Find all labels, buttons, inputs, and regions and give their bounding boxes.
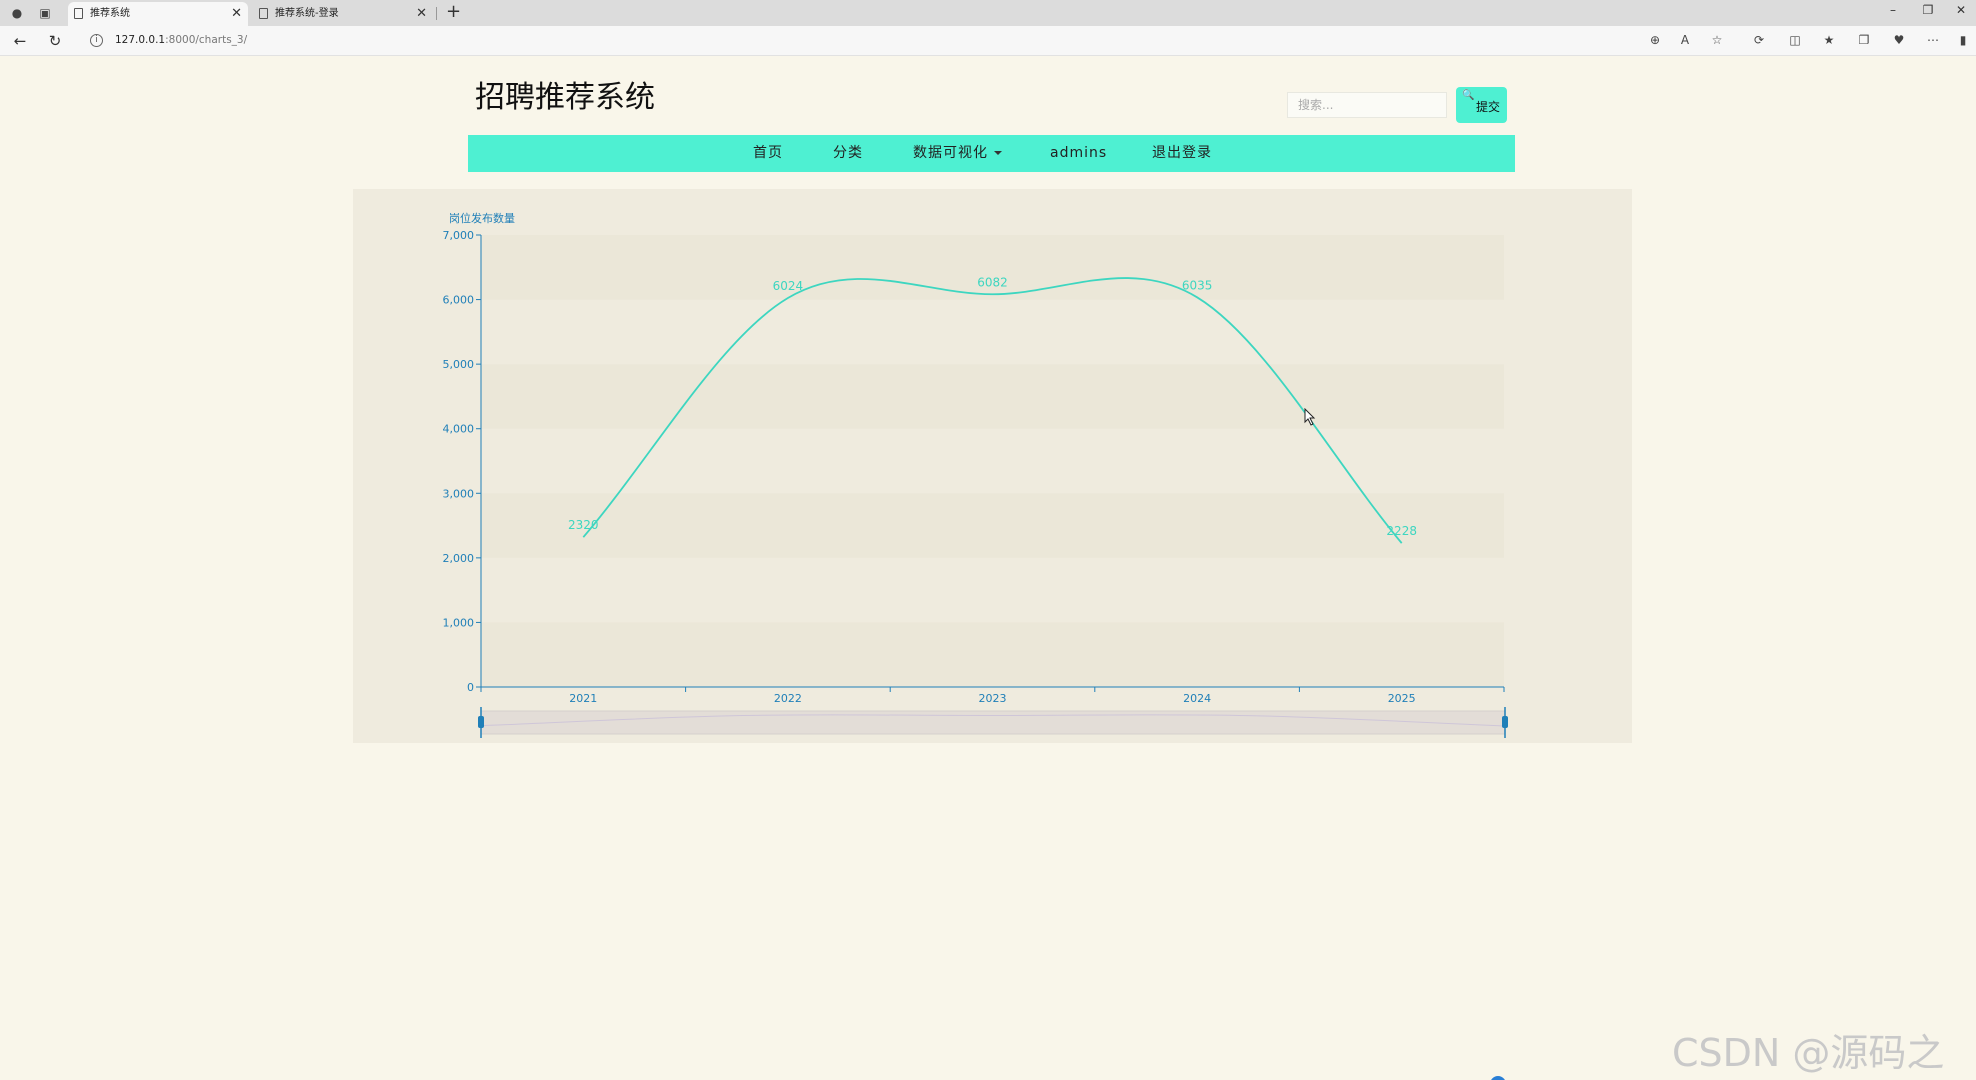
data-label: 2320	[568, 518, 599, 532]
nav-item-label: 分类	[833, 145, 863, 161]
y-tick-label: 4,000	[443, 423, 475, 436]
search-input[interactable]	[1287, 92, 1447, 118]
url-path: :8000/charts_3/	[165, 34, 248, 46]
read-aloud-icon[interactable]: A	[1676, 33, 1694, 47]
new-tab-icon[interactable]: +	[446, 1, 461, 22]
grid-band	[481, 428, 1504, 494]
more-menu-icon[interactable]: ⋯	[1924, 33, 1942, 47]
site-info-icon[interactable]: i	[90, 34, 103, 47]
y-tick-label: 2,000	[443, 552, 475, 565]
grid-band	[481, 299, 1504, 365]
address-bar: ← ↻ i 127.0.0.1:8000/charts_3/ ⊕ A ☆ ⟳ ◫…	[0, 26, 1976, 56]
nav-item-category[interactable]: 分类	[833, 135, 863, 172]
browser-tab-bar: ● ▣ 推荐系统 ✕ 推荐系统-登录 ✕ + – ❐ ✕	[0, 0, 1976, 26]
grid-band	[481, 622, 1504, 687]
datazoom-handle-grip[interactable]	[478, 716, 484, 728]
y-axis-title: 岗位发布数量	[449, 211, 515, 225]
y-tick-label: 6,000	[443, 294, 475, 307]
y-tick-label: 5,000	[443, 358, 475, 371]
tab-divider	[436, 7, 437, 20]
favorite-star-icon[interactable]: ☆	[1708, 33, 1726, 47]
minimize-icon[interactable]: –	[1883, 3, 1903, 17]
data-label: 2228	[1386, 524, 1417, 538]
x-tick-label: 2024	[1183, 692, 1211, 705]
reload-icon[interactable]: ↻	[45, 32, 65, 50]
tab-title: 推荐系统	[90, 8, 130, 19]
data-label: 6035	[1182, 278, 1213, 292]
data-label: 6024	[773, 279, 804, 293]
x-tick-label: 2021	[569, 692, 597, 705]
data-label: 6082	[977, 275, 1008, 289]
x-tick-label: 2022	[774, 692, 802, 705]
collections-icon[interactable]: ❐	[1855, 33, 1873, 47]
y-tick-label: 1,000	[443, 616, 475, 629]
page-icon	[259, 8, 268, 19]
floating-widget[interactable]	[1490, 1076, 1506, 1080]
page-icon	[74, 8, 83, 19]
site-title: 招聘推荐系统	[475, 80, 655, 115]
favorites-icon[interactable]: ★	[1820, 33, 1838, 47]
mouse-cursor-icon	[1304, 408, 1316, 426]
grid-band	[481, 235, 1504, 300]
grid-band	[481, 557, 1504, 623]
zoom-icon[interactable]: ⊕	[1646, 33, 1664, 47]
profile-icon[interactable]: ●	[8, 4, 26, 22]
tab-actions-icon[interactable]: ▣	[36, 4, 54, 22]
datazoom-handle-grip[interactable]	[1502, 716, 1508, 728]
close-tab-icon[interactable]: ✕	[416, 2, 427, 26]
browser-tab-active[interactable]: 推荐系统 ✕	[68, 2, 248, 26]
y-tick-label: 0	[467, 681, 474, 694]
line-chart[interactable]: 0 1,000 2,000 3,000 4,000 5,000 6,000 7,000 岗位发布…	[353, 189, 1632, 743]
split-screen-icon[interactable]: ◫	[1786, 33, 1804, 47]
chevron-down-icon	[994, 151, 1002, 155]
url-field[interactable]: 127.0.0.1:8000/charts_3/	[115, 34, 247, 46]
sidebar-icon[interactable]: ▮	[1954, 33, 1972, 47]
nav-item-data-visualization[interactable]: 数据可视化	[913, 135, 1002, 172]
y-tick-label: 7,000	[443, 229, 475, 242]
tab-title: 推荐系统-登录	[275, 8, 339, 19]
nav-item-label: 首页	[753, 145, 783, 161]
datazoom-track[interactable]	[480, 710, 1506, 735]
nav-item-label: 数据可视化	[913, 145, 988, 161]
submit-label: 提交	[1476, 100, 1501, 114]
back-arrow-icon[interactable]: ←	[10, 32, 30, 50]
nav-item-home[interactable]: 首页	[753, 135, 783, 172]
x-tick-label: 2023	[979, 692, 1007, 705]
watermark: CSDN @源码之家	[1672, 1031, 1945, 1075]
url-host: 127.0.0.1	[115, 34, 166, 46]
nav-item-logout[interactable]: 退出登录	[1152, 135, 1212, 172]
nav-item-label: 退出登录	[1152, 145, 1212, 161]
grid-band	[481, 493, 1504, 558]
submit-button[interactable]: 🔍 提交	[1456, 87, 1507, 123]
close-window-icon[interactable]: ✕	[1951, 3, 1971, 17]
main-nav: 首页 分类 数据可视化 admins 退出登录	[468, 135, 1515, 172]
extensions-icon[interactable]: ⟳	[1750, 33, 1768, 47]
search-icon: 🔍	[1462, 90, 1475, 101]
restore-icon[interactable]: ❐	[1918, 3, 1938, 17]
browser-tab[interactable]: 推荐系统-登录 ✕	[253, 2, 433, 26]
grid-band	[481, 364, 1504, 429]
browser-essentials-icon[interactable]: ♥	[1890, 33, 1908, 47]
nav-item-label: admins	[1050, 145, 1108, 161]
close-tab-icon[interactable]: ✕	[231, 2, 242, 26]
y-tick-label: 3,000	[443, 487, 475, 500]
nav-item-admins[interactable]: admins	[1050, 135, 1107, 172]
x-tick-label: 2025	[1388, 692, 1416, 705]
chart-panel: 0 1,000 2,000 3,000 4,000 5,000 6,000 7,000 岗位发布…	[353, 189, 1632, 743]
